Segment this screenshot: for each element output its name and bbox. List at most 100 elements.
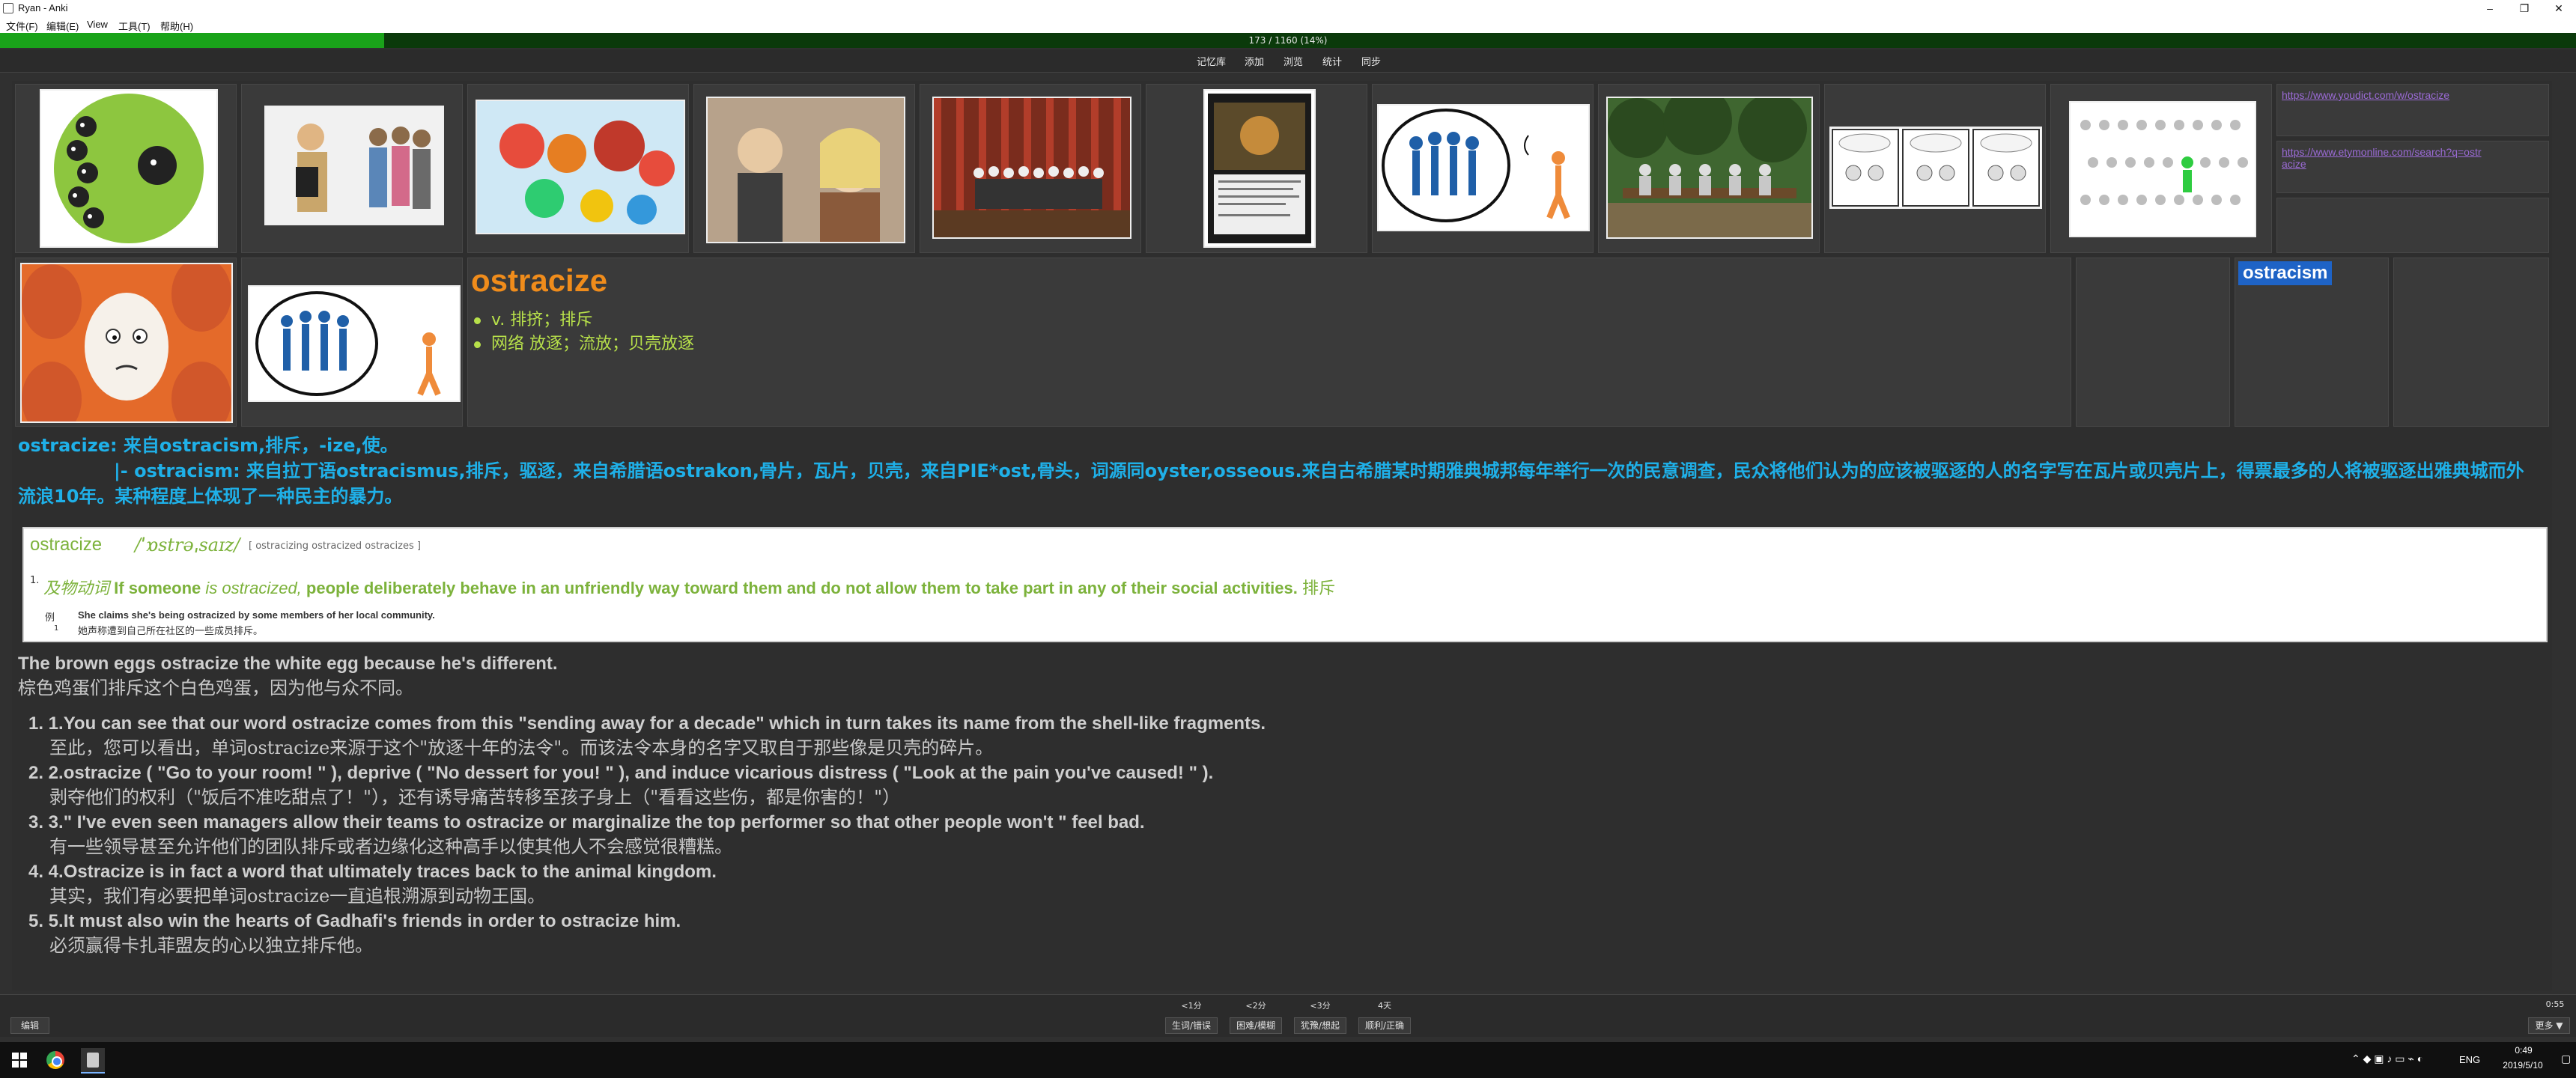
dictionary-entry: ostracize /ˈɒstrəˌsaɪz/ [ ostracizing os…: [22, 527, 2548, 642]
sheep-image: [40, 89, 218, 248]
edit-button[interactable]: 编辑: [10, 1017, 49, 1034]
anki-app-icon: [3, 3, 13, 13]
example-en: 4. 4.Ostracize is in fact a word that ul…: [28, 862, 717, 882]
chrome-icon[interactable]: [46, 1051, 64, 1069]
example-cn: 必须赢得卡扎菲盟友的心以独立排斥他。: [49, 935, 373, 956]
image-cell: [467, 84, 689, 253]
dict-sense-number: 1.: [30, 575, 40, 586]
word-cell: ostracize v. 排挤；排斥 网络 放逐；流放；贝壳放逐: [467, 258, 2071, 427]
dict-phonetic: /ˈɒstrəˌsaɪz/: [135, 535, 240, 555]
dict-headword: ostracize: [30, 535, 103, 555]
definition-item: 网络 放逐；流放；贝壳放逐: [474, 330, 694, 354]
menu-edit[interactable]: 编辑(E): [46, 19, 79, 33]
sentence-en: The brown eggs ostracize the white egg b…: [18, 654, 558, 674]
main-toolbar: 记忆库 添加 浏览 统计 同步: [0, 49, 2576, 73]
card-content: https://www.youdict.com/w/ostracize http…: [12, 81, 2552, 990]
class-photo-image: [932, 97, 1131, 239]
answer-easy-button[interactable]: 顺利/正确: [1358, 1017, 1411, 1034]
answer-hard-button[interactable]: 困难/模糊: [1230, 1017, 1282, 1034]
review-timer: 0:55: [2545, 999, 2565, 1009]
example-en: 5. 5.It must also win the hearts of Gadh…: [28, 911, 681, 931]
not-accepted-comic-image: [1377, 104, 1590, 231]
toolbar-sync[interactable]: 同步: [1361, 54, 1381, 68]
etymonline-link[interactable]: https://www.etymonline.com/search?q=ostr…: [2282, 146, 2484, 170]
image-cell: [15, 84, 237, 253]
dict-example-cn: 她声称遭到自己所在社区的一些成员排斥。: [78, 626, 264, 637]
dict-word-forms: [ ostracizing ostracized ostracizes ]: [249, 540, 421, 552]
window-title: Ryan - Anki: [18, 2, 68, 13]
example-en: 3. 3." I've even seen managers allow the…: [28, 812, 1145, 832]
etymology-line-2: |- ostracism: 来自拉丁语ostracismus,排斥，驱逐，来自希…: [114, 460, 2524, 481]
example-en: 2. 2.ostracize ( "Go to your room! " ), …: [28, 763, 1214, 783]
example-cn: 其实，我们有必要把单词ostracize一直追根溯源到动物王国。: [49, 886, 546, 907]
toolbar-browse[interactable]: 浏览: [1284, 54, 1303, 68]
tray-icons[interactable]: ⌃ ◆ ▣ ♪ ▭ ⌁ ◐: [2351, 1053, 2423, 1065]
word-title: ostracize: [471, 263, 608, 298]
image-cell: [241, 258, 463, 427]
dict-example-label: 例: [45, 612, 55, 624]
menu-file[interactable]: 文件(F): [6, 19, 38, 33]
menu-bar: 文件(F) 编辑(E) View 工具(T) 帮助(H): [0, 16, 2576, 34]
more-button[interactable]: 更多 ▼: [2528, 1017, 2570, 1034]
comic-strip-image: [1829, 127, 2042, 209]
minimize-button[interactable]: –: [2473, 0, 2507, 16]
example-cn: 剥夺他们的权利（"饭后不准吃甜点了！"），还有诱导痛苦转移至孩子身上（"看看这些…: [49, 787, 901, 808]
example-sentences: The brown eggs ostracize the white egg b…: [18, 651, 2549, 958]
cartoon-group-image: [476, 100, 685, 234]
image-cell: [1824, 84, 2046, 253]
clock-date[interactable]: 2019/5/10: [2491, 1060, 2555, 1071]
restore-button[interactable]: ❐: [2507, 0, 2542, 16]
image-cell: [241, 84, 463, 253]
youdict-link[interactable]: https://www.youdict.com/w/ostracize: [2282, 89, 2449, 101]
toolbar-decks[interactable]: 记忆库: [1197, 54, 1226, 68]
etymology-line-1: ostracize: 来自ostracism,排斥，-ize,使。: [18, 435, 398, 456]
menu-view[interactable]: View: [87, 19, 108, 30]
title-bar: Ryan - Anki – ❐ ✕: [0, 0, 2576, 16]
example-cn: 至此，您可以看出，单词ostracize来源于这个"放逐十年的法令"。而该法令本…: [49, 737, 994, 758]
link-cell: https://www.etymonline.com/search?q=ostr…: [2276, 141, 2549, 193]
bench-photo-image: [1606, 97, 1813, 239]
toolbar-add[interactable]: 添加: [1245, 54, 1264, 68]
interval-label: <1分: [1181, 1001, 1202, 1011]
girls-whispering-image: [706, 97, 905, 243]
image-cell: [920, 84, 1141, 253]
empty-cell: [2276, 198, 2549, 253]
progress-text: 173 / 1160 (14%): [1248, 35, 1328, 46]
empty-cell: [2393, 258, 2549, 427]
review-progress-bar: 173 / 1160 (14%): [0, 33, 2576, 48]
close-button[interactable]: ✕: [2542, 0, 2576, 16]
etymology-line-3: 流浪10年。某种程度上体现了一种民主的暴力。: [18, 486, 403, 507]
interval-label: <2分: [1245, 1001, 1266, 1011]
crowd-standout-image: [2069, 101, 2256, 237]
answer-again-button[interactable]: 生词/错误: [1165, 1017, 1218, 1034]
sentence-cn: 棕色鸡蛋们排斥这个白色鸡蛋，因为他与众不同。: [18, 677, 413, 698]
empty-cell: [2076, 258, 2230, 427]
windows-taskbar: ⌃ ◆ ▣ ♪ ▭ ⌁ ◐ ENG 0:49 2019/5/10 ▢: [0, 1042, 2576, 1078]
not-accepted-comic-image-2: [248, 285, 461, 402]
menu-tools[interactable]: 工具(T): [118, 19, 151, 33]
example-cn: 有一些领导甚至允许他们的团队排斥或者边缘化这种高手以使其他人不会感觉很糟糕。: [49, 836, 732, 857]
dict-example-number: 1: [54, 624, 59, 633]
image-cell: [1372, 84, 1594, 253]
highlight-cell: ostracism: [2235, 258, 2389, 427]
image-cell: [15, 258, 237, 427]
anki-taskbar-icon[interactable]: [81, 1048, 105, 1074]
etymology-text: ostracize: 来自ostracism,排斥，-ize,使。 |- ost…: [18, 433, 2549, 509]
definition-item: v. 排挤；排斥: [474, 306, 592, 330]
answer-bar: 编辑 <1分 生词/错误 <2分 困难/模糊 <3分 犹豫/想起 4天 顺利/正…: [0, 994, 2576, 1037]
windows-start-icon[interactable]: [12, 1053, 27, 1068]
notification-icon[interactable]: ▢: [2561, 1053, 2571, 1065]
link-cell: https://www.youdict.com/w/ostracize: [2276, 84, 2549, 136]
card-image: [1203, 89, 1316, 248]
answer-good-button[interactable]: 犹豫/想起: [1294, 1017, 1346, 1034]
input-language[interactable]: ENG: [2459, 1054, 2480, 1065]
toolbar-stats[interactable]: 统计: [1322, 54, 1342, 68]
interval-label: 4天: [1378, 1001, 1391, 1011]
excluded-teen-image: [264, 106, 444, 225]
menu-help[interactable]: 帮助(H): [160, 19, 193, 33]
clock-time[interactable]: 0:49: [2501, 1045, 2546, 1056]
highlighted-word: ostracism: [2238, 261, 2333, 285]
interval-label: <3分: [1310, 1001, 1331, 1011]
eggs-image: [20, 263, 233, 423]
dict-example-en: She claims she's being ostracized by som…: [78, 609, 435, 621]
